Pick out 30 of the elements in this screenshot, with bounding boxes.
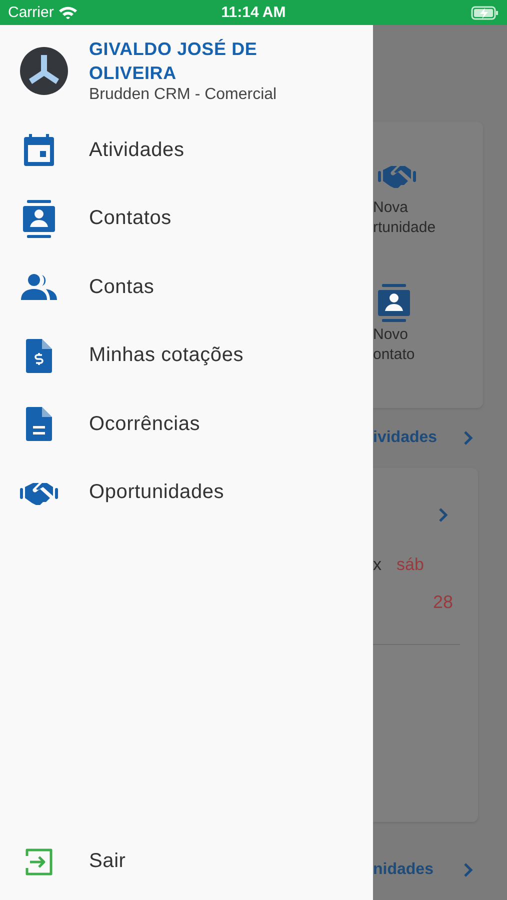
menu-item[interactable]: Ocorrências — [0, 390, 373, 458]
document-icon — [26, 407, 52, 442]
invoice-icon — [26, 338, 52, 373]
people-icon — [21, 274, 57, 300]
menu-item[interactable]: Oportunidades — [0, 458, 373, 527]
menu-item[interactable]: Contatos — [0, 184, 373, 253]
chevron-right-icon[interactable] — [463, 431, 473, 446]
user-name: GIVALDO JOSÉ DE OLIVEIRA — [89, 38, 258, 85]
exit-icon — [25, 848, 53, 876]
weekday-label: sáb — [396, 555, 424, 576]
handshake-icon — [378, 164, 416, 188]
weekday-label: x — [373, 555, 382, 576]
menu-item[interactable]: Atividades — [0, 116, 373, 184]
avatar-logo-icon — [20, 47, 68, 95]
contact-card-icon — [378, 284, 410, 322]
carrier-name: Carrier — [8, 4, 54, 21]
clock-time: 11:14 AM — [221, 4, 286, 21]
chevron-right-icon[interactable] — [463, 862, 473, 877]
shortcut-label[interactable]: Novo ontato — [373, 325, 483, 365]
calendar-icon — [24, 134, 54, 166]
contact-card-icon — [23, 200, 55, 238]
menu-item[interactable]: Contas — [0, 253, 373, 322]
user-subtitle: Brudden CRM - Comercial — [89, 85, 278, 105]
shortcut-label[interactable]: Nova rtunidade — [373, 198, 483, 238]
wifi-icon — [58, 6, 77, 19]
handshake-icon — [20, 480, 58, 505]
logout-item[interactable]: Sair — [0, 828, 373, 896]
battery-icon — [471, 6, 500, 20]
menu-item[interactable]: Minhas cotações — [0, 322, 373, 390]
chevron-right-icon[interactable] — [438, 508, 448, 522]
